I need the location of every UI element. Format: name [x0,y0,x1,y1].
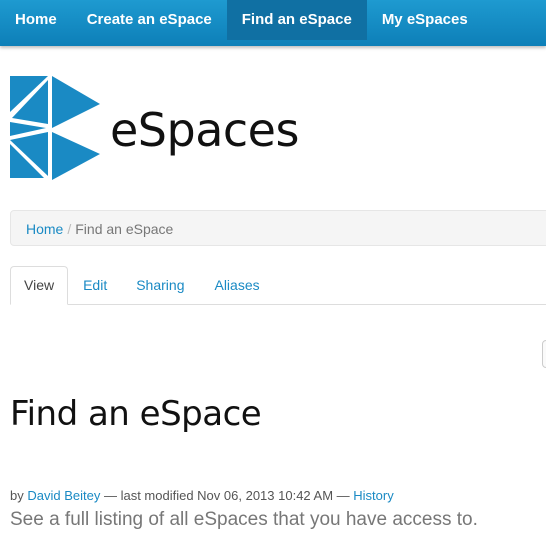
tab-view[interactable]: View [10,266,69,305]
nav-item-home[interactable]: Home [0,0,72,40]
site-logo[interactable]: eSpaces [8,72,299,184]
espaces-logo-icon [10,76,100,180]
nav-item-find-espace[interactable]: Find an eSpace [226,0,367,40]
nav-item-create-espace[interactable]: Create an eSpace [72,0,227,40]
logo-text: eSpaces [110,103,299,157]
content-tabs: View Edit Sharing Aliases [10,266,546,305]
breadcrumb-current: Find an eSpace [75,221,174,237]
breadcrumb-home-link[interactable]: Home [26,221,63,237]
byline-modified: — last modified Nov 06, 2013 10:42 AM — [103,488,350,503]
top-navigation: Home Create an eSpace Find an eSpace My … [0,0,546,46]
author-link[interactable]: David Beitey [27,488,100,503]
breadcrumb-separator: / [67,221,72,237]
tab-edit[interactable]: Edit [70,266,120,304]
page-description: See a full listing of all eSpaces that y… [10,509,478,530]
document-byline: by David Beitey — last modified Nov 06, … [10,488,394,503]
nav-item-my-espaces[interactable]: My eSpaces [367,0,483,40]
history-link[interactable]: History [353,488,393,503]
page-title: Find an eSpace [10,394,262,434]
tab-aliases[interactable]: Aliases [200,266,273,304]
toolbar-toggle-handle[interactable] [542,340,546,368]
tab-sharing[interactable]: Sharing [122,266,198,304]
breadcrumb: Home / Find an eSpace [10,210,546,246]
byline-by: by [10,488,24,503]
